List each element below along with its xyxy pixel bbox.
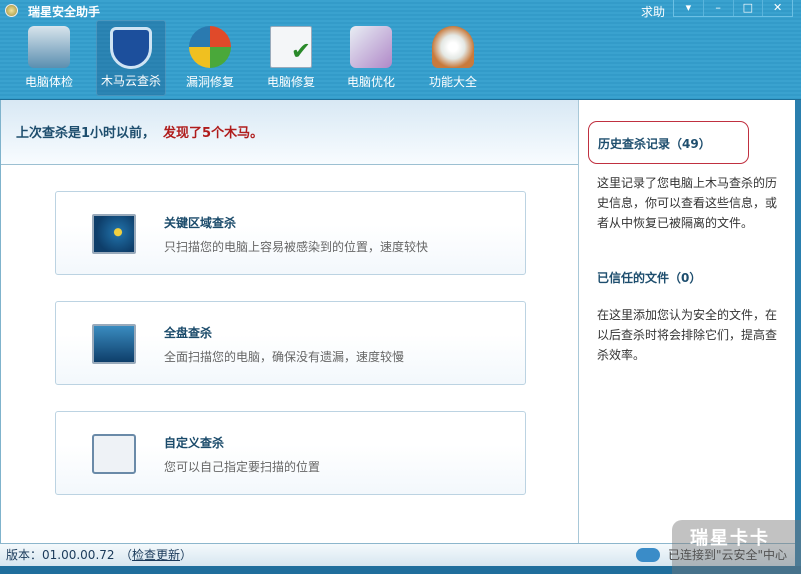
monitor-stethoscope-icon: [92, 324, 136, 364]
checklist-icon: ✔: [270, 26, 312, 68]
watermark-logo: 瑞星卡卡: [672, 520, 801, 574]
trusted-files-link[interactable]: 已信任的文件（0）: [597, 268, 701, 288]
history-desc: 这里记录了您电脑上木马查杀的历史信息，你可以查看这些信息，或者从中恢复已被隔离的…: [597, 176, 778, 230]
check-update: （检查更新）: [120, 544, 192, 566]
title-toolbar: 瑞星安全助手 求助 ▾ – □ ✕ 电脑体检 木马云查杀 漏洞修复 ✔ 电脑修复 …: [0, 0, 801, 100]
shield-horse-icon: [110, 27, 152, 69]
monitor-pulse-icon: [28, 26, 70, 68]
trojan-found-alert: 发现了5个木马。: [163, 126, 264, 141]
close-button[interactable]: ✕: [763, 0, 792, 16]
tool-label: 功能大全: [428, 75, 477, 89]
custom-scan-card[interactable]: 自定义查杀 您可以自己指定要扫描的位置: [55, 411, 526, 495]
tool-pc-optimize[interactable]: 电脑优化: [336, 20, 406, 96]
magic-wand-monitor-icon: [350, 26, 392, 68]
monitor-radar-icon: [92, 214, 136, 254]
scan-status-header: 上次查杀是1小时以前， 发现了5个木马。: [1, 100, 578, 165]
tool-all-features[interactable]: 功能大全: [418, 20, 488, 96]
app-logo-icon: [5, 4, 18, 17]
scan-panel: 上次查杀是1小时以前， 发现了5个木马。 关键区域查杀 只扫描您的电脑上容易被感染…: [1, 100, 579, 543]
card-title: 全盘查杀: [164, 326, 213, 340]
paren: ）: [180, 548, 193, 562]
card-title: 自定义查杀: [164, 436, 225, 450]
card-desc: 全面扫描您的电脑，确保没有遗漏，速度较慢: [164, 350, 405, 364]
history-link[interactable]: 历史查杀记录（49）: [588, 121, 749, 164]
tool-pc-checkup[interactable]: 电脑体检: [14, 20, 84, 96]
windows-update-icon: [189, 26, 231, 68]
tool-trojan-scan[interactable]: 木马云查杀: [96, 20, 166, 96]
window-controls: ▾ – □ ✕: [673, 0, 793, 17]
version-text: 版本：01.00.00.72: [6, 548, 115, 562]
trusted-desc: 在这里添加您认为安全的文件，在以后查杀时将会排除它们，提高查杀效率。: [597, 308, 778, 362]
menu-button[interactable]: ▾: [674, 0, 704, 16]
checklist-magnifier-icon: [92, 434, 136, 474]
window-border: [795, 100, 801, 566]
card-desc: 您可以自己指定要扫描的位置: [164, 460, 321, 474]
full-scan-card[interactable]: 全盘查杀 全面扫描您的电脑，确保没有遗漏，速度较慢: [55, 301, 526, 385]
tool-label: 电脑修复: [266, 75, 315, 89]
last-scan-text: 上次查杀是1小时以前，: [16, 126, 156, 141]
tool-pc-repair[interactable]: ✔ 电脑修复: [256, 20, 326, 96]
disc-box-icon: [432, 26, 474, 68]
tool-patch-fix[interactable]: 漏洞修复: [175, 20, 245, 96]
card-title: 关键区域查杀: [164, 216, 237, 230]
main-panel: 上次查杀是1小时以前， 发现了5个木马。 关键区域查杀 只扫描您的电脑上容易被感染…: [0, 100, 795, 543]
help-link[interactable]: 求助: [641, 3, 665, 20]
app-title: 瑞星安全助手: [28, 5, 101, 19]
tool-label: 漏洞修复: [185, 75, 234, 89]
maximize-button[interactable]: □: [734, 0, 764, 16]
minimize-button[interactable]: –: [704, 0, 734, 16]
card-desc: 只扫描您的电脑上容易被感染到的位置，速度较快: [164, 240, 429, 254]
tool-label: 电脑体检: [24, 75, 73, 89]
cloud-signal-icon: [636, 548, 660, 562]
tool-label: 电脑优化: [346, 75, 395, 89]
quick-scan-card[interactable]: 关键区域查杀 只扫描您的电脑上容易被感染到的位置，速度较快: [55, 191, 526, 275]
paren: （: [120, 548, 133, 562]
tool-label: 木马云查杀: [100, 74, 161, 88]
check-update-link[interactable]: 检查更新: [132, 548, 180, 562]
sidebar: 历史查杀记录（49） 这里记录了您电脑上木马查杀的历史信息，你可以查看这些信息，…: [580, 100, 796, 543]
